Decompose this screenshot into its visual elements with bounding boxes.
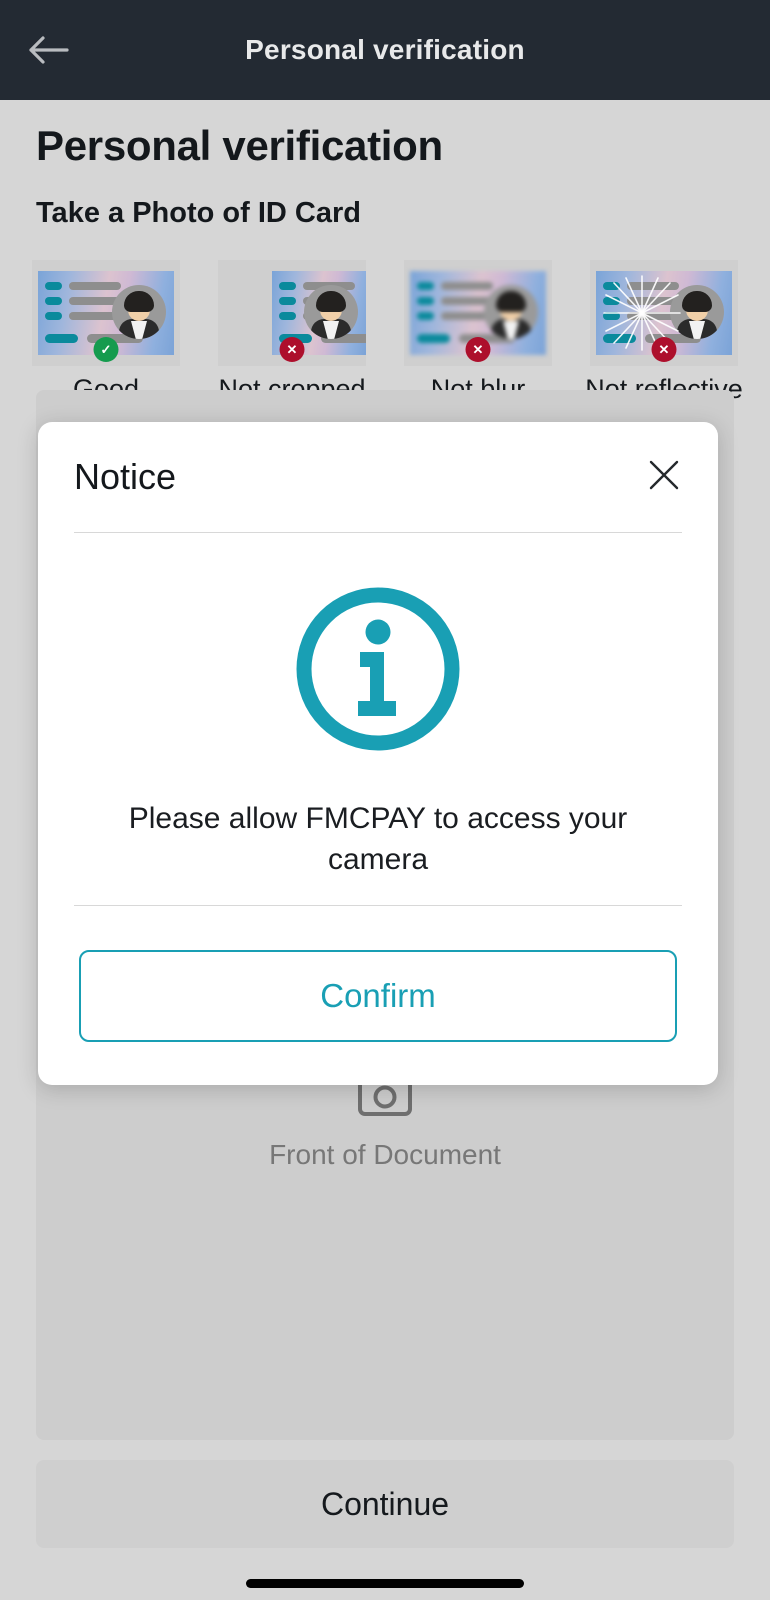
status-badge-ok: ✓ xyxy=(93,337,119,362)
continue-button[interactable]: Continue xyxy=(36,1460,734,1548)
close-button[interactable] xyxy=(640,453,688,501)
example-item: ✕ Not cropped xyxy=(216,260,368,405)
close-icon xyxy=(647,458,681,497)
page-title: Personal verification xyxy=(36,122,443,169)
modal-message: Please allow FMCPAY to access your camer… xyxy=(128,802,628,877)
upload-label: Front of Document xyxy=(269,1139,501,1170)
example-item: ✕ Not blur xyxy=(402,260,554,405)
back-button[interactable] xyxy=(0,0,96,100)
arrow-left-icon xyxy=(27,35,69,65)
modal-footer: Confirm xyxy=(38,906,718,1086)
section-title: Take a Photo of ID Card xyxy=(36,197,361,229)
example-item: ✕ Not reflective xyxy=(585,260,743,405)
id-photo-avatar xyxy=(484,285,538,339)
status-badge-bad: ✕ xyxy=(465,337,491,362)
status-badge-bad: ✕ xyxy=(651,337,677,362)
modal-body: Please allow FMCPAY to access your camer… xyxy=(38,533,718,905)
modal-header: Notice xyxy=(38,422,718,532)
id-card-thumbnail-cropped: ✕ xyxy=(218,260,366,366)
example-thumbnails: ✓ Good ✕ Not cropped ✕ Not blur ✕ Not re… xyxy=(30,260,743,405)
app-bar: Personal verification xyxy=(0,0,770,100)
id-photo-avatar xyxy=(112,285,166,339)
home-indicator xyxy=(246,1579,524,1588)
confirm-button[interactable]: Confirm xyxy=(79,950,677,1042)
info-circle-icon xyxy=(292,583,464,760)
id-card-thumbnail-good: ✓ xyxy=(32,260,180,366)
app-bar-title: Personal verification xyxy=(245,34,525,65)
id-photo-avatar xyxy=(670,285,724,339)
id-card-thumbnail-blur: ✕ xyxy=(404,260,552,366)
notice-modal: Notice Please allow FMCPAY to access you… xyxy=(38,422,718,1085)
status-badge-bad: ✕ xyxy=(279,337,305,362)
id-card-thumbnail-reflective: ✕ xyxy=(590,260,738,366)
secondary-upload-strip[interactable] xyxy=(36,1350,734,1378)
example-item: ✓ Good xyxy=(30,260,182,405)
modal-title: Notice xyxy=(74,456,177,497)
id-photo-avatar xyxy=(304,285,358,339)
